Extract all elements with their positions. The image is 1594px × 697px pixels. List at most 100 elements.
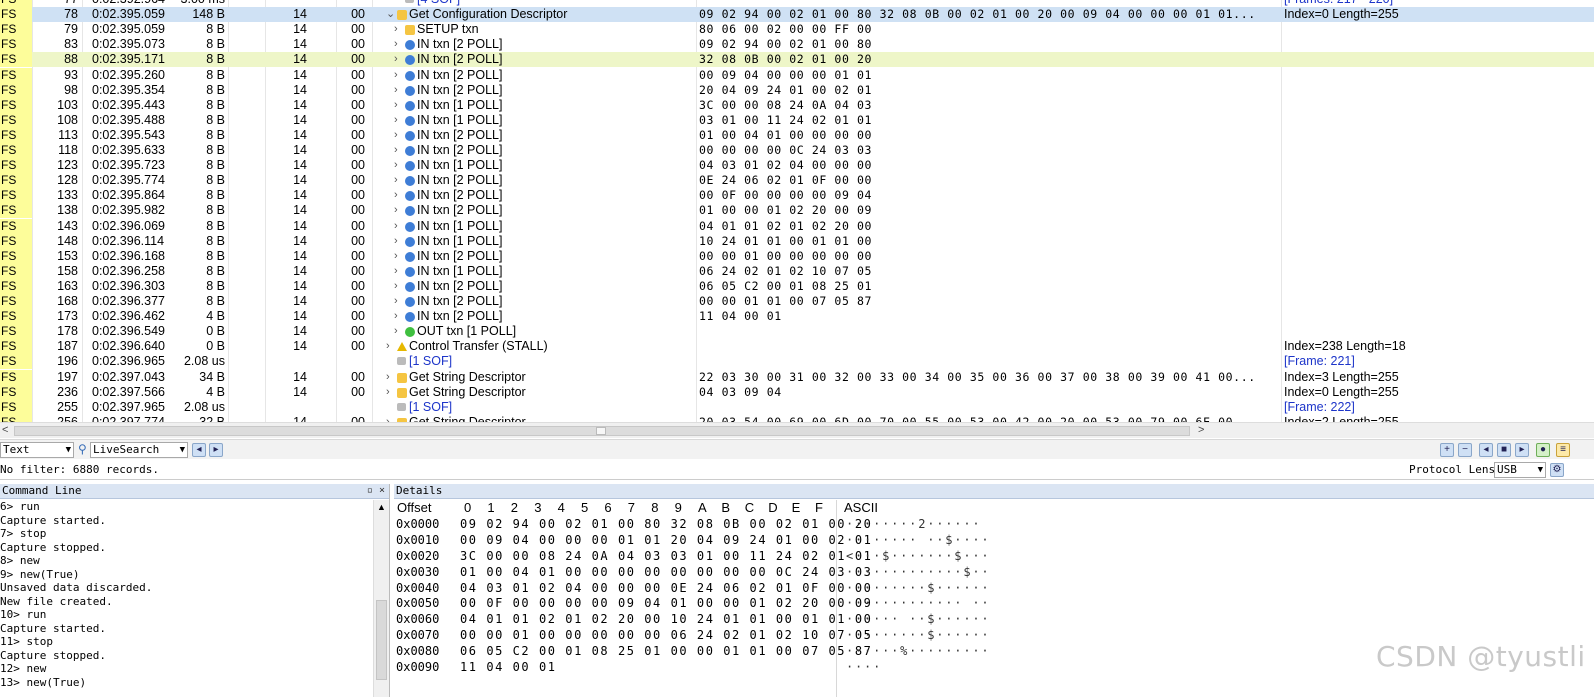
close-icon[interactable]: × bbox=[379, 485, 385, 496]
trace-row[interactable]: FS 128 0:02.395.774 8 B 14 00 › IN txn [2 POLL]… bbox=[0, 173, 1594, 189]
length: 2.08 us bbox=[183, 354, 225, 369]
info: Index=0 Length=255 bbox=[1284, 7, 1399, 22]
status-bar: No filter: 6880 records. Protocol Lens: … bbox=[0, 460, 1594, 480]
hex-row[interactable]: 0x0030 01 00 04 01 00 00 00 00 00 00 00 0… bbox=[396, 565, 1236, 581]
hex-bytes: 04 03 01 02 04 00 00 00 0E 24 06 02 01 0… bbox=[460, 580, 873, 595]
device-address: 14 bbox=[293, 369, 307, 384]
summary: IN txn [1 POLL] bbox=[417, 233, 503, 248]
length: 8 B bbox=[206, 263, 225, 278]
trace-row[interactable]: FS 255 0:02.397.965 2.08 us [1 SOF] [Frame: 2… bbox=[0, 399, 1594, 415]
summary: IN txn [2 POLL] bbox=[417, 203, 503, 218]
trace-row[interactable]: FS 83 0:02.395.073 8 B 14 00 › IN txn [2 POLL] 0… bbox=[0, 37, 1594, 53]
nav-last-button[interactable]: ▸ bbox=[1515, 443, 1529, 457]
filter-button[interactable]: ● bbox=[1536, 443, 1550, 457]
hex-dump[interactable]: 0x0000 09 02 94 00 02 01 00 80 32 08 0B 0… bbox=[396, 517, 1236, 676]
chevron-down-icon: ▼ bbox=[1537, 465, 1543, 475]
lens-settings-button[interactable]: ⚙ bbox=[1550, 463, 1564, 477]
scroll-up-icon[interactable]: ▲ bbox=[377, 502, 386, 512]
info[interactable]: [Frames: 217 - 220] bbox=[1284, 0, 1584, 7]
expand-all-button[interactable]: + bbox=[1440, 443, 1454, 457]
nav-button[interactable]: ■ bbox=[1497, 443, 1511, 457]
in-transaction-icon bbox=[405, 281, 415, 292]
command-line-output[interactable]: 6> run Capture started. 7> stop Capture sto… bbox=[0, 500, 372, 697]
length: 8 B bbox=[206, 218, 225, 233]
panel-controls[interactable]: ▫ × bbox=[367, 484, 385, 498]
record-number: 196 bbox=[57, 354, 78, 369]
command-line-entry: 9> new(True) bbox=[0, 567, 80, 581]
record-number: 197 bbox=[57, 369, 78, 384]
data-bytes: 04 01 01 02 01 02 20 00 bbox=[699, 218, 873, 233]
endpoint: 00 bbox=[351, 278, 365, 293]
trace-row[interactable]: FS 138 0:02.395.982 8 B 14 00 › IN txn [2 POLL]… bbox=[0, 203, 1594, 219]
scrollbar-thumb[interactable] bbox=[376, 600, 387, 680]
scroll-right-icon[interactable]: > bbox=[1198, 424, 1204, 436]
info[interactable]: [Frame: 221] bbox=[1284, 354, 1584, 369]
trace-row[interactable]: FS 256 0:02.397.774 32 B 14 00 › Get String Des… bbox=[0, 414, 1594, 422]
search-prev-button[interactable]: ◂ bbox=[192, 443, 206, 457]
record-number: 187 bbox=[57, 339, 78, 354]
trace-row[interactable]: FS 103 0:02.395.443 8 B 14 00 › IN txn [1 POLL]… bbox=[0, 97, 1594, 113]
collapse-all-button[interactable]: − bbox=[1458, 443, 1472, 457]
hex-row[interactable]: 0x0070 00 00 01 00 00 00 00 00 06 24 02 0… bbox=[396, 628, 1236, 644]
trace-row[interactable]: FS 196 0:02.396.965 2.08 us [1 SOF] [Frame: 2… bbox=[0, 354, 1594, 370]
nav-first-button[interactable]: ◂ bbox=[1479, 443, 1493, 457]
info[interactable]: [Frame: 222] bbox=[1284, 400, 1584, 415]
summary: IN txn [2 POLL] bbox=[417, 127, 503, 142]
hex-row[interactable]: 0x0060 04 01 01 02 01 02 20 00 10 24 01 0… bbox=[396, 612, 1236, 628]
hex-column-header: 9 bbox=[674, 500, 682, 515]
search-next-button[interactable]: ▸ bbox=[209, 443, 223, 457]
device-address: 14 bbox=[293, 294, 307, 308]
hex-bytes: 01 00 04 01 00 00 00 00 00 00 00 00 0C 2… bbox=[460, 564, 873, 579]
hex-row[interactable]: 0x0080 06 05 C2 00 01 08 25 01 00 00 01 0… bbox=[396, 644, 1236, 660]
trace-row[interactable]: FS 197 0:02.397.043 34 B 14 00 › Get String Des… bbox=[0, 369, 1594, 385]
scrollbar-grip[interactable] bbox=[596, 427, 606, 435]
hex-row[interactable]: 0x0040 04 03 01 02 04 00 00 00 0E 24 06 0… bbox=[396, 581, 1236, 597]
trace-row[interactable]: FS 163 0:02.396.303 8 B 14 00 › IN txn [2 POLL]… bbox=[0, 278, 1594, 294]
trace-row[interactable]: FS 187 0:02.396.640 0 B 14 00 › Control Transfe… bbox=[0, 339, 1594, 355]
trace-row[interactable]: FS770:02.392.9643.00 ms[4 SOF][Frames: 2… bbox=[0, 0, 1594, 7]
trace-row[interactable]: FS 98 0:02.395.354 8 B 14 00 › IN txn [2 POLL] 2… bbox=[0, 82, 1594, 98]
trace-row[interactable]: FS 158 0:02.396.258 8 B 14 00 › IN txn [1 POLL]… bbox=[0, 263, 1594, 279]
trace-row[interactable]: FS 236 0:02.397.566 4 B 14 00 › Get String Desc… bbox=[0, 384, 1594, 400]
vertical-scrollbar[interactable]: ▲ bbox=[373, 500, 389, 697]
endpoint: 00 bbox=[351, 112, 365, 127]
length: 8 B bbox=[206, 82, 225, 97]
hex-row[interactable]: 0x0000 09 02 94 00 02 01 00 80 32 08 0B 0… bbox=[396, 517, 1236, 533]
scroll-left-icon[interactable]: < bbox=[2, 424, 8, 436]
pin-icon[interactable]: ▫ bbox=[367, 485, 373, 496]
fs-speed-cell: FS bbox=[0, 203, 32, 219]
hex-column-header: E bbox=[791, 500, 801, 515]
trace-row[interactable]: FS 88 0:02.395.171 8 B 14 00 › IN txn [2 POLL] 3… bbox=[0, 52, 1594, 68]
hex-bytes: 11 04 00 01 bbox=[460, 660, 557, 675]
trace-table[interactable]: FS770:02.392.9643.00 ms[4 SOF][Frames: 2… bbox=[0, 0, 1594, 422]
endpoint: 00 bbox=[351, 339, 365, 354]
trace-row[interactable]: FS 118 0:02.395.633 8 B 14 00 › IN txn [2 POLL]… bbox=[0, 143, 1594, 158]
trace-row[interactable]: FS 108 0:02.395.488 8 B 14 00 › IN txn [1 POLL]… bbox=[0, 112, 1594, 128]
view-mode-select[interactable]: Text ▼ bbox=[0, 442, 74, 458]
trace-row[interactable]: FS 113 0:02.395.543 8 B 14 00 › IN txn [2 POLL]… bbox=[0, 127, 1594, 143]
trace-row[interactable]: FS 133 0:02.395.864 8 B 14 00 › IN txn [2 POLL]… bbox=[0, 188, 1594, 204]
trace-row[interactable]: FS 79 0:02.395.059 8 B 14 00 › SETUP txn 80 06 0… bbox=[0, 22, 1594, 38]
hex-row[interactable]: 0x0090 11 04 00 01 ···· bbox=[396, 660, 1236, 676]
menu-button[interactable]: ≡ bbox=[1556, 443, 1570, 457]
protocol-lens-value: USB bbox=[1497, 463, 1517, 476]
protocol-lens-select[interactable]: USB ▼ bbox=[1494, 462, 1546, 478]
trace-row[interactable]: FS 173 0:02.396.462 4 B 14 00 › IN txn [2 POLL]… bbox=[0, 309, 1594, 325]
trace-row[interactable]: FS 78 0:02.395.059 148 B 14 00 ⌄ Get Configurat… bbox=[0, 7, 1594, 23]
live-search-input[interactable]: LiveSearch ▼ bbox=[90, 442, 188, 458]
summary: IN txn [1 POLL] bbox=[417, 158, 503, 173]
trace-row[interactable]: FS 168 0:02.396.377 8 B 14 00 › IN txn [2 POLL]… bbox=[0, 294, 1594, 309]
trace-row[interactable]: FS 153 0:02.396.168 8 B 14 00 › IN txn [2 POLL]… bbox=[0, 248, 1594, 264]
horizontal-scrollbar[interactable]: < > bbox=[0, 422, 1594, 438]
trace-row[interactable]: FS 148 0:02.396.114 8 B 14 00 › IN txn [1 POLL]… bbox=[0, 233, 1594, 249]
trace-row[interactable]: FS 123 0:02.395.723 8 B 14 00 › IN txn [1 POLL]… bbox=[0, 158, 1594, 174]
hex-row[interactable]: 0x0050 00 0F 00 00 00 00 09 04 01 00 00 0… bbox=[396, 596, 1236, 612]
data-bytes: 20 04 09 24 01 00 02 01 bbox=[699, 82, 873, 97]
hex-row[interactable]: 0x0010 00 09 04 00 00 00 01 01 20 04 09 2… bbox=[396, 533, 1236, 549]
trace-row[interactable]: FS 143 0:02.396.069 8 B 14 00 › IN txn [1 POLL]… bbox=[0, 218, 1594, 234]
trace-row[interactable]: FS 93 0:02.395.260 8 B 14 00 › IN txn [2 POLL] 0… bbox=[0, 67, 1594, 83]
record-number: 255 bbox=[57, 399, 78, 414]
trace-row[interactable]: FS 178 0:02.396.549 0 B 14 00 › OUT txn [1 POLL… bbox=[0, 324, 1594, 340]
hex-row[interactable]: 0x0020 3C 00 00 08 24 0A 04 03 03 01 00 1… bbox=[396, 549, 1236, 565]
info: Index=0 Length=255 bbox=[1284, 384, 1399, 399]
